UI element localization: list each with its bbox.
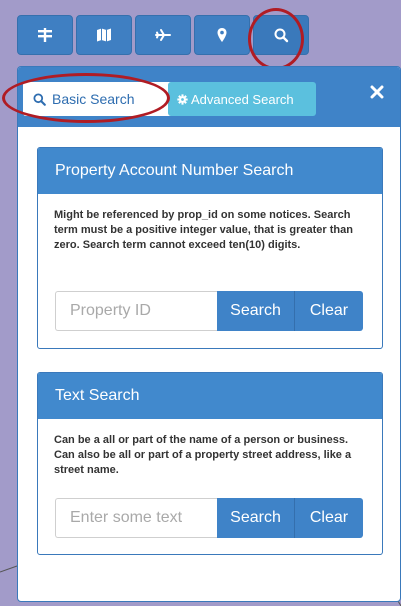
account-number-search-card: Property Account Number Search Might be …: [37, 147, 383, 349]
annotation-circle-basic-search: [2, 73, 170, 123]
text-search-description: Can be a all or part of the name of a pe…: [54, 434, 352, 476]
tab-advanced-search[interactable]: Advanced Search: [168, 82, 316, 116]
layers-button[interactable]: [17, 15, 73, 55]
text-search-input[interactable]: [55, 498, 217, 538]
account-search-button[interactable]: Search: [217, 291, 295, 331]
property-id-input[interactable]: [55, 291, 217, 331]
basemap-button[interactable]: [76, 15, 132, 55]
map-marker-icon: [217, 28, 227, 42]
annotation-circle-search-tool: [248, 8, 304, 70]
plane-icon: [155, 29, 171, 41]
text-search-title: Text Search: [38, 373, 382, 419]
text-search-button[interactable]: Search: [217, 498, 295, 538]
gear-icon: [177, 93, 188, 105]
map-icon: [97, 28, 111, 42]
close-icon[interactable]: [370, 85, 384, 99]
account-number-input-group: Search Clear: [55, 291, 365, 331]
text-clear-button[interactable]: Clear: [295, 498, 363, 538]
search-panel: Basic Search Advanced Search Property Ac…: [17, 66, 401, 602]
location-button[interactable]: [194, 15, 250, 55]
account-clear-button[interactable]: Clear: [295, 291, 363, 331]
account-number-search-description: Might be referenced by prop_id on some n…: [54, 209, 353, 251]
airport-button[interactable]: [135, 15, 191, 55]
account-number-search-title: Property Account Number Search: [38, 148, 382, 194]
tab-advanced-search-label: Advanced Search: [191, 91, 294, 107]
layers-icon: [38, 28, 52, 42]
text-search-card: Text Search Can be a all or part of the …: [37, 372, 383, 555]
text-search-input-group: Search Clear: [55, 498, 365, 538]
